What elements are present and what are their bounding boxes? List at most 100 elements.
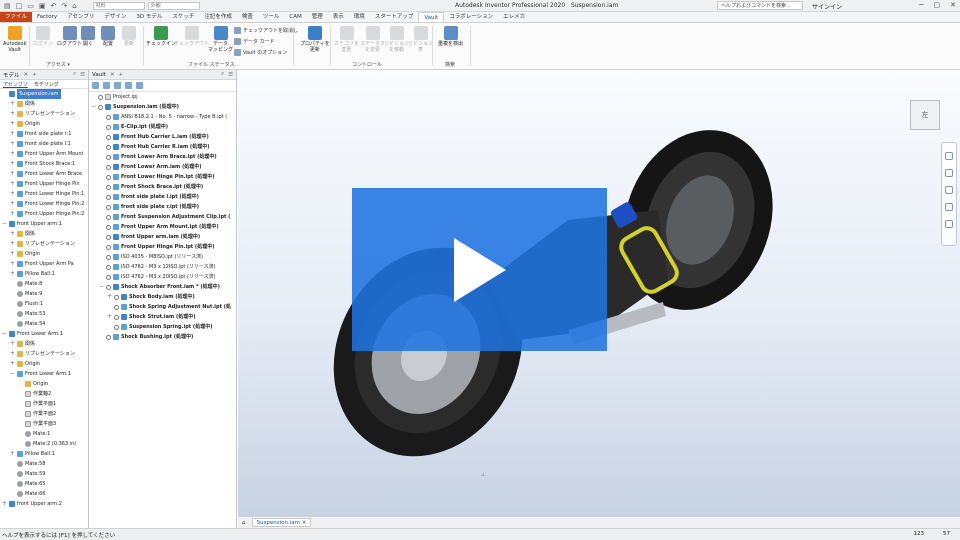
tree-row[interactable]: + front Upper arm:2 bbox=[2, 499, 62, 509]
tree-row[interactable]: + Front Upper Arm Mount bbox=[10, 149, 83, 159]
full-navigation-wheel-icon[interactable] bbox=[945, 152, 953, 160]
video-play-overlay[interactable] bbox=[352, 188, 607, 351]
tab-2[interactable]: アセンブリ bbox=[62, 12, 99, 22]
close-panel-icon[interactable]: ✕ bbox=[110, 72, 115, 78]
category-button[interactable]: カテゴリを 変更 bbox=[334, 26, 359, 53]
tree-row[interactable]: + Origin bbox=[10, 119, 40, 129]
new-file-icon[interactable]: □ bbox=[16, 2, 23, 10]
tab-13[interactable]: スタートアップ bbox=[370, 12, 419, 22]
tree-row[interactable]: + front side plate l:1 bbox=[10, 139, 71, 149]
tree-row[interactable]: 作業平面2 bbox=[18, 409, 56, 419]
orbit-icon[interactable] bbox=[945, 203, 953, 211]
tree-row[interactable]: − Front Lower Arm:1 bbox=[10, 369, 71, 379]
tree-row[interactable]: + Front Upper Arm Pa bbox=[10, 259, 74, 269]
open-file-icon[interactable]: ▭ bbox=[27, 2, 34, 10]
tree-row[interactable]: Front Upper Arm Mount.ipt (処理中) bbox=[99, 222, 219, 232]
material-dropdown[interactable]: 材料 bbox=[92, 1, 145, 10]
menu-icon[interactable]: ☰ bbox=[228, 72, 233, 78]
tree-row[interactable]: Mate:65 bbox=[10, 479, 45, 489]
tree-row[interactable]: − Shock Absorber Front.iam * (処理中) bbox=[99, 282, 220, 292]
tree-row[interactable]: Front Shock Brace.ipt (処理中) bbox=[99, 182, 203, 192]
tab-16[interactable]: エレメカ bbox=[498, 12, 530, 22]
tree-row[interactable]: + front side plate r:1 bbox=[10, 129, 71, 139]
tree-row[interactable]: Mate:9 bbox=[10, 289, 42, 299]
tab-assembly[interactable]: アセンブリ bbox=[3, 81, 28, 88]
tree-row[interactable]: + Front Upper Hinge Pin bbox=[10, 179, 80, 189]
place-button[interactable]: 配置 bbox=[101, 26, 115, 47]
expand-icon[interactable]: + bbox=[10, 189, 15, 199]
collapse-icon[interactable]: − bbox=[99, 282, 104, 292]
tab-11[interactable]: 表示 bbox=[328, 12, 349, 22]
revision-move-button[interactable]: リビジョン を移動 bbox=[384, 26, 409, 53]
login-button[interactable]: ログイン bbox=[33, 26, 53, 47]
tree-row[interactable]: Project.ipj bbox=[91, 92, 138, 102]
redo-icon[interactable]: ↷ bbox=[61, 2, 67, 10]
search-icon[interactable]: ⌕ bbox=[73, 71, 76, 78]
expand-icon[interactable]: + bbox=[10, 259, 15, 269]
tab-5[interactable]: スケッチ bbox=[167, 12, 199, 22]
tree-row[interactable]: Mate:2 (0.363 in) bbox=[18, 439, 76, 449]
tree-row[interactable]: Shock Spring Adjustment Nut.ipt (処 bbox=[107, 302, 231, 312]
home-icon[interactable]: ⌂ bbox=[72, 2, 76, 10]
save-icon[interactable]: ▣ bbox=[39, 2, 46, 10]
tab-1[interactable]: Factory bbox=[32, 12, 62, 22]
tree-row[interactable]: Front Suspension Adjustment Clip.ipt ( bbox=[99, 212, 230, 222]
tree-row[interactable]: Mate:54 bbox=[10, 319, 45, 329]
tree-row[interactable]: front side plate l.ipt (処理中) bbox=[99, 192, 199, 202]
tree-row[interactable]: + Origin bbox=[10, 249, 40, 259]
add-panel-icon[interactable]: + bbox=[119, 72, 124, 78]
expand-icon[interactable]: + bbox=[10, 349, 15, 359]
tree-row[interactable]: + Pillow Ball:1 bbox=[10, 449, 55, 459]
pan-icon[interactable] bbox=[945, 169, 953, 177]
tab-0[interactable]: ファイル bbox=[0, 12, 33, 22]
tree-row[interactable]: − Suspension.iam (処理中) bbox=[91, 102, 179, 112]
help-search-input[interactable]: ヘルプおよびコマンドを検索... bbox=[717, 1, 803, 10]
tree-row[interactable]: + Front Upper Hinge Pin:2 bbox=[10, 209, 84, 219]
expand-icon[interactable]: + bbox=[10, 109, 15, 119]
collapse-icon[interactable]: − bbox=[10, 369, 15, 379]
expand-icon[interactable]: + bbox=[10, 139, 15, 149]
tree-row[interactable]: Front Lower Hinge Pin.ipt (処理中) bbox=[99, 172, 215, 182]
zoom-icon[interactable] bbox=[945, 186, 953, 194]
expand-icon[interactable]: + bbox=[10, 99, 15, 109]
tree-row[interactable]: Front Hub Carrier L.iam (処理中) bbox=[99, 132, 209, 142]
filter-icon[interactable] bbox=[114, 82, 121, 89]
expand-icon[interactable]: + bbox=[10, 209, 15, 219]
app-menu-icon[interactable]: ▤ bbox=[4, 2, 11, 10]
undo-icon[interactable]: ↶ bbox=[51, 2, 57, 10]
search-icon[interactable]: ⌕ bbox=[221, 71, 224, 78]
tab-4[interactable]: 3D モデル bbox=[131, 12, 167, 22]
tree-row[interactable]: Mate:66 bbox=[10, 489, 45, 499]
expand-icon[interactable]: + bbox=[10, 449, 15, 459]
expand-icon[interactable]: + bbox=[10, 149, 15, 159]
tree-row[interactable]: Mate:8 bbox=[10, 279, 42, 289]
tree-row[interactable]: ANSI B18.2.1 - No. 5 - narrow - Type B.i… bbox=[99, 112, 227, 122]
expand-icon[interactable]: + bbox=[10, 169, 15, 179]
tab-3[interactable]: デザイン bbox=[99, 12, 131, 22]
tree-row[interactable]: + リプレゼンテーション bbox=[10, 239, 75, 249]
tree-row[interactable]: Suspension.iam bbox=[2, 89, 61, 99]
tree-row[interactable]: Front Lower Arm.iam (処理中) bbox=[99, 162, 202, 172]
tree-row[interactable]: 作業平面3 bbox=[18, 419, 56, 429]
tree-row[interactable]: + Front Lower Arm Brace bbox=[10, 169, 82, 179]
tab-8[interactable]: ツール bbox=[258, 12, 285, 22]
maximize-icon[interactable]: ▢ bbox=[934, 1, 941, 9]
tree-row[interactable]: Front Upper Hinge Pin.ipt (処理中) bbox=[99, 242, 215, 252]
document-tab[interactable]: Suspension.iam ✕ bbox=[251, 518, 312, 527]
expand-icon[interactable]: + bbox=[10, 119, 15, 129]
look-at-icon[interactable] bbox=[945, 220, 953, 228]
tree-row[interactable]: + 関係 bbox=[10, 99, 35, 109]
small-button-1[interactable]: データ カード bbox=[234, 38, 275, 45]
tree-row[interactable]: + Shock Strut.iam (処理中) bbox=[107, 312, 196, 322]
expand-icon[interactable]: + bbox=[10, 249, 15, 259]
tab-9[interactable]: CAM bbox=[284, 12, 306, 22]
tab-7[interactable]: 検査 bbox=[237, 12, 258, 22]
tree-row[interactable]: − Front Lower Arm:1 bbox=[2, 329, 63, 339]
tree-row[interactable]: ISO 4762 - M3 x 12ISO.ipt (リリース済) bbox=[99, 262, 216, 272]
minimize-icon[interactable]: ─ bbox=[919, 1, 923, 9]
tree-row[interactable]: Suspension Spring.ipt (処理中) bbox=[107, 322, 212, 332]
tab-14[interactable]: Vault bbox=[418, 12, 445, 22]
add-panel-icon[interactable]: + bbox=[32, 72, 37, 78]
tree-row[interactable]: + Front Lower Hinge Pin:1 bbox=[10, 189, 84, 199]
logout-button[interactable]: ログアウト bbox=[57, 26, 82, 47]
